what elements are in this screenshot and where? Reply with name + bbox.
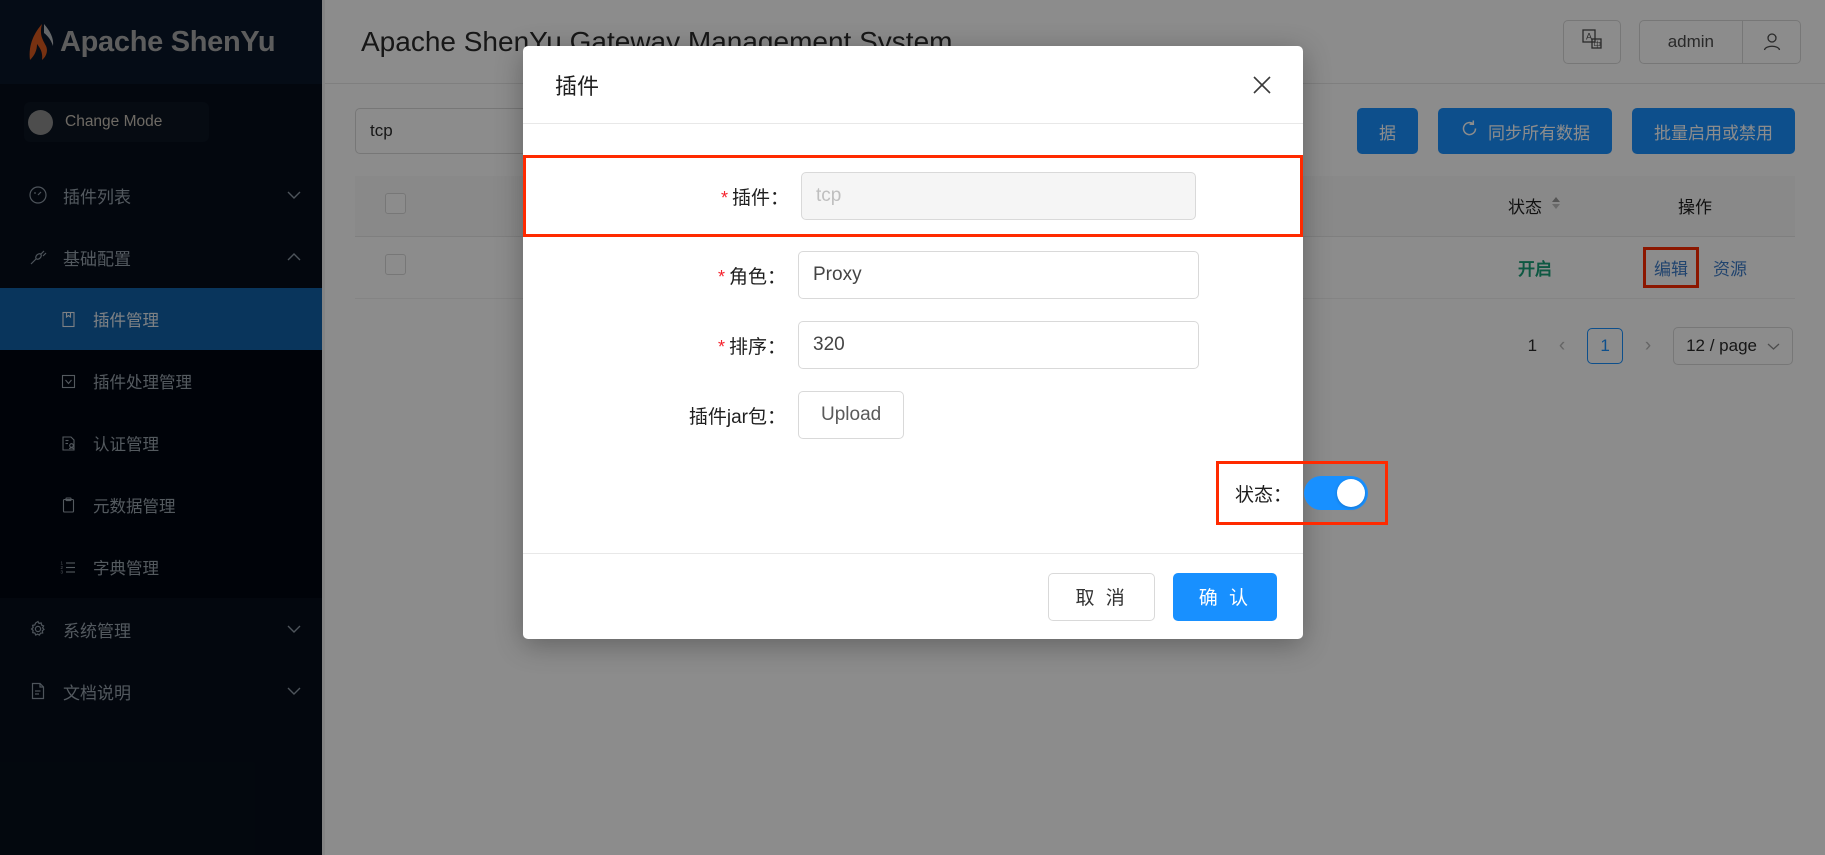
field-label-role-text: 角色 <box>729 267 767 288</box>
field-label-plugin-text: 插件 <box>732 188 770 209</box>
field-label-status-text: 状态 <box>1235 485 1273 506</box>
required-star-icon: * <box>721 188 728 208</box>
dialog-footer: 取 消 确 认 <box>523 553 1303 639</box>
sort-input[interactable] <box>798 321 1199 369</box>
dialog-header: 插件 <box>523 46 1303 124</box>
field-row-status: 状态： <box>1216 461 1388 525</box>
close-icon[interactable] <box>1247 70 1277 100</box>
field-wrap-plugin <box>801 172 1300 220</box>
plugin-name-input[interactable] <box>801 172 1196 220</box>
field-label-sort-text: 排序 <box>729 337 767 358</box>
field-label-status: 状态： <box>1235 480 1292 507</box>
status-switch-knob <box>1337 479 1365 507</box>
field-label-plugin: *插件： <box>526 183 801 210</box>
role-input[interactable] <box>798 251 1199 299</box>
field-row-jar: 插件jar包： Upload <box>523 391 1303 439</box>
confirm-button[interactable]: 确 认 <box>1173 573 1277 621</box>
field-wrap-sort <box>798 321 1303 369</box>
field-wrap-jar: Upload <box>798 391 1303 439</box>
upload-button[interactable]: Upload <box>798 391 904 439</box>
plugin-dialog: 插件 *插件： *角色： <box>523 46 1303 639</box>
field-label-sort: *排序： <box>523 332 798 359</box>
field-row-sort: *排序： <box>523 321 1303 369</box>
field-row-role: *角色： <box>523 251 1303 299</box>
field-label-role: *角色： <box>523 262 798 289</box>
dialog-body: *插件： *角色： *排序： <box>523 124 1303 553</box>
field-label-jar: 插件jar包： <box>523 402 798 429</box>
field-row-plugin: *插件： <box>523 155 1303 237</box>
required-star-icon: * <box>718 337 725 357</box>
field-label-jar-text: 插件jar包 <box>689 407 767 428</box>
status-switch[interactable] <box>1304 476 1368 510</box>
dialog-title: 插件 <box>555 69 599 101</box>
field-wrap-role <box>798 251 1303 299</box>
app-root: Apache ShenYu Change Mode 插件列表 <box>0 0 1825 855</box>
required-star-icon: * <box>718 267 725 287</box>
cancel-button[interactable]: 取 消 <box>1048 573 1154 621</box>
